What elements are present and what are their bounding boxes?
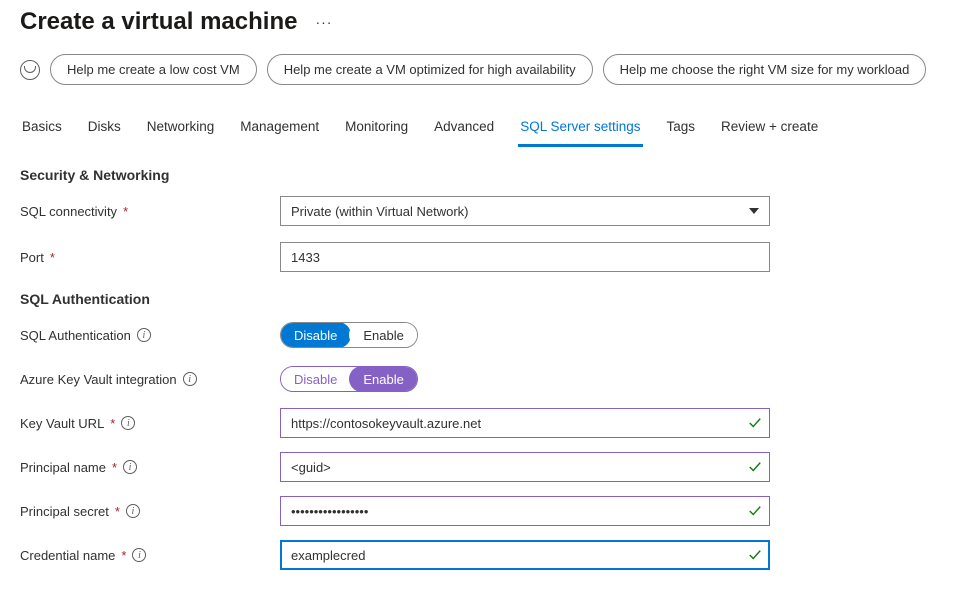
akv-enable[interactable]: Enable: [349, 366, 417, 392]
akv-toggle: Disable Enable: [280, 366, 418, 392]
principal-name-input[interactable]: [280, 452, 770, 482]
required-indicator: *: [112, 460, 117, 475]
akv-disable[interactable]: Disable: [280, 366, 351, 392]
required-indicator: *: [123, 204, 128, 219]
suggestion-high-availability[interactable]: Help me create a VM optimized for high a…: [267, 54, 593, 85]
required-indicator: *: [115, 504, 120, 519]
akv-label: Azure Key Vault integration: [20, 372, 177, 387]
info-icon[interactable]: i: [132, 548, 146, 562]
tab-review-create[interactable]: Review + create: [719, 113, 820, 147]
credential-name-label: Credential name: [20, 548, 115, 563]
info-icon[interactable]: i: [126, 504, 140, 518]
info-icon[interactable]: i: [137, 328, 151, 342]
section-security-heading: Security & Networking: [20, 167, 956, 183]
suggestion-vm-size[interactable]: Help me choose the right VM size for my …: [603, 54, 927, 85]
required-indicator: *: [121, 548, 126, 563]
more-actions-icon[interactable]: ···: [309, 10, 338, 34]
suggestion-low-cost[interactable]: Help me create a low cost VM: [50, 54, 257, 85]
sql-auth-disable[interactable]: Disable: [280, 322, 351, 348]
tab-networking[interactable]: Networking: [145, 113, 217, 147]
section-auth-heading: SQL Authentication: [20, 291, 956, 307]
sql-auth-enable[interactable]: Enable: [349, 322, 417, 348]
tab-monitoring[interactable]: Monitoring: [343, 113, 410, 147]
chevron-down-icon: [749, 208, 759, 214]
port-label: Port: [20, 250, 44, 265]
copilot-icon: [20, 60, 40, 80]
page-title: Create a virtual machine: [20, 8, 297, 36]
principal-secret-label: Principal secret: [20, 504, 109, 519]
required-indicator: *: [110, 416, 115, 431]
check-icon: [748, 504, 762, 518]
info-icon[interactable]: i: [183, 372, 197, 386]
port-input[interactable]: [280, 242, 770, 272]
check-icon: [748, 460, 762, 474]
credential-name-input[interactable]: [280, 540, 770, 570]
principal-name-label: Principal name: [20, 460, 106, 475]
sql-connectivity-label: SQL connectivity: [20, 204, 117, 219]
tab-advanced[interactable]: Advanced: [432, 113, 496, 147]
principal-secret-input[interactable]: [280, 496, 770, 526]
info-icon[interactable]: i: [123, 460, 137, 474]
sql-auth-toggle: Disable Enable: [280, 322, 418, 348]
sql-auth-label: SQL Authentication: [20, 328, 131, 343]
key-vault-url-label: Key Vault URL: [20, 416, 104, 431]
tab-basics[interactable]: Basics: [20, 113, 64, 147]
check-icon: [748, 416, 762, 430]
tab-management[interactable]: Management: [238, 113, 321, 147]
info-icon[interactable]: i: [121, 416, 135, 430]
tab-disks[interactable]: Disks: [86, 113, 123, 147]
sql-connectivity-value: Private (within Virtual Network): [291, 204, 468, 219]
tab-sql-server-settings[interactable]: SQL Server settings: [518, 113, 642, 147]
required-indicator: *: [50, 250, 55, 265]
tab-bar: Basics Disks Networking Management Monit…: [20, 113, 956, 147]
key-vault-url-input[interactable]: [280, 408, 770, 438]
sql-connectivity-select[interactable]: Private (within Virtual Network): [280, 196, 770, 226]
tab-tags[interactable]: Tags: [665, 113, 698, 147]
check-icon: [748, 548, 762, 562]
